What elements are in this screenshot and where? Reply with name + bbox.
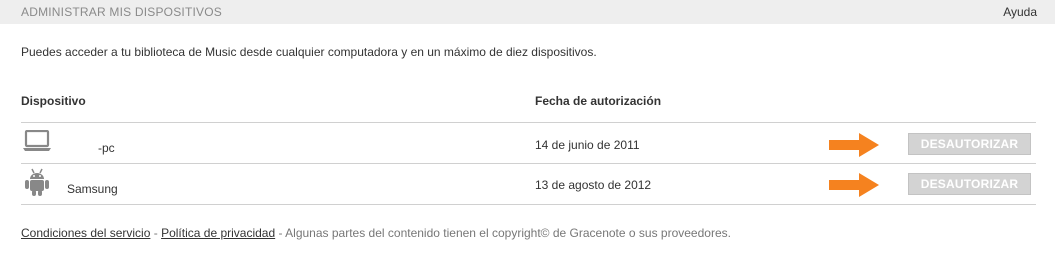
- authorization-date: 13 de agosto de 2012: [535, 178, 652, 192]
- footer-separator: -: [150, 226, 162, 240]
- copyright-text: - Algunas partes del contenido tienen el…: [275, 226, 731, 240]
- arrow-right-icon: [829, 173, 879, 197]
- terms-of-service-link[interactable]: Condiciones del servicio: [21, 226, 150, 240]
- table-divider: [21, 122, 1036, 123]
- column-header-auth-date: Fecha de autorización: [535, 94, 662, 108]
- footer: Condiciones del servicio - Política de p…: [21, 226, 731, 240]
- arrow-right-icon: [829, 133, 879, 157]
- page-title: ADMINISTRAR MIS DISPOSITIVOS: [21, 5, 222, 19]
- column-header-device: Dispositivo: [21, 94, 86, 108]
- laptop-icon: [22, 129, 54, 159]
- help-link[interactable]: Ayuda: [1003, 5, 1037, 19]
- authorization-date: 14 de junio de 2011: [535, 138, 640, 152]
- table-row: -pc 14 de junio de 2011 DESAUTORIZAR: [21, 124, 1036, 163]
- privacy-policy-link[interactable]: Política de privacidad: [161, 226, 275, 240]
- page-header: ADMINISTRAR MIS DISPOSITIVOS Ayuda: [0, 0, 1055, 24]
- deauthorize-button[interactable]: DESAUTORIZAR: [908, 173, 1031, 195]
- table-divider: [21, 204, 1036, 205]
- deauthorize-button[interactable]: DESAUTORIZAR: [908, 133, 1031, 155]
- table-row: Samsung 13 de agosto de 2012 DESAUTORIZA…: [21, 164, 1036, 203]
- device-name: Samsung: [67, 182, 118, 196]
- android-icon: [22, 167, 54, 202]
- device-name: -pc: [98, 141, 115, 155]
- intro-text: Puedes acceder a tu biblioteca de Music …: [21, 45, 597, 59]
